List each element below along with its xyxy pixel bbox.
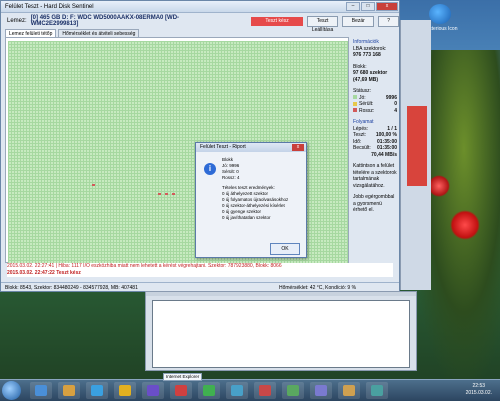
close-button[interactable]: x	[376, 2, 398, 11]
bad-value: 4	[394, 107, 397, 114]
app-icon	[429, 4, 451, 24]
taskbar-item[interactable]	[338, 382, 360, 399]
status-bar-block-info: Blokk: 8543, Szektor: 834480249 - 834577…	[5, 285, 138, 291]
taskbar-item[interactable]	[114, 382, 136, 399]
minimize-button[interactable]: –	[346, 2, 360, 11]
bad-block[interactable]	[92, 184, 95, 186]
app-icon	[315, 385, 327, 396]
estimate-label: Becsült:	[353, 145, 371, 151]
dialog-line: 0 új javíthatatlan szektor	[222, 215, 271, 220]
start-button[interactable]	[2, 381, 21, 400]
app-icon	[203, 385, 215, 396]
flower-image-2	[428, 175, 450, 197]
taskbar-item[interactable]	[58, 382, 80, 399]
taskbar-item[interactable]	[170, 382, 192, 399]
folder-icon	[35, 385, 47, 396]
app-icon	[259, 385, 271, 396]
bad-block[interactable]	[172, 193, 175, 195]
bad-block[interactable]	[165, 193, 168, 195]
system-clock[interactable]: 22:53 2015.03.02.	[466, 383, 492, 397]
ok-label: Jó:	[359, 94, 366, 101]
stop-test-button[interactable]: Teszt Leállítása	[306, 15, 339, 33]
background-window-strip	[400, 20, 431, 290]
browser-icon	[91, 385, 103, 396]
taskbar-item[interactable]	[254, 382, 276, 399]
app-icon	[343, 385, 355, 396]
dialog-body: i Blokk Jó: 9996 Sérült: 0 Rossz: 4 Téte…	[202, 157, 302, 241]
log-line: 2015.03.02. 22:47:22 Teszt kész	[7, 269, 81, 276]
drive-label: Lemez:	[7, 18, 27, 24]
maximize-button[interactable]: □	[361, 2, 375, 11]
report-dialog: Felület Teszt - Riport x i Blokk Jó: 999…	[195, 142, 307, 258]
info-icon: i	[204, 163, 216, 175]
flower-image	[450, 210, 480, 240]
taskbar-item[interactable]	[282, 382, 304, 399]
info-panel: Információk LBA szektorok: 976 773 168 B…	[353, 39, 397, 214]
hint-text-2: Jobb egérgombbal a gyorsmenü érhető el.	[353, 194, 395, 213]
drive-bar: Lemez: [0] 465 GB D: F: WDC WD5000AAKX-0…	[1, 13, 399, 33]
horizontal-scrollbar[interactable]	[146, 292, 416, 296]
damaged-label: Sérült:	[359, 101, 374, 107]
app-icon	[175, 385, 187, 396]
bad-label: Rossz:	[359, 107, 375, 114]
bad-swatch	[353, 108, 357, 113]
close-test-button[interactable]: Bezár	[342, 15, 375, 27]
clock-time: 22:53	[472, 383, 486, 389]
dialog-title: Felület Teszt - Riport	[196, 143, 306, 152]
app-icon	[287, 385, 299, 396]
ok-button[interactable]: OK	[270, 243, 300, 255]
taskbar-item[interactable]	[366, 382, 388, 399]
app-icon	[231, 385, 243, 396]
taskbar-item[interactable]	[30, 382, 52, 399]
window-title: Felület Teszt - Hard Disk Sentinel	[5, 3, 94, 10]
dialog-close-button[interactable]: x	[292, 144, 304, 151]
taskbar-item[interactable]	[86, 382, 108, 399]
estimate-value: 01:35:00	[376, 145, 397, 151]
taskbar-item[interactable]	[226, 382, 248, 399]
bad-block[interactable]	[158, 193, 161, 195]
drive-selector[interactable]: [0] 465 GB D: F: WDC WD5000AAKX-08ERMA0 …	[31, 15, 214, 27]
hint-text-1: Kattintson a felület tételére a szektoro…	[353, 163, 397, 189]
taskbar-item[interactable]	[310, 382, 332, 399]
damaged-swatch	[353, 101, 357, 106]
help-button[interactable]: ?	[378, 15, 399, 27]
background-red-block	[407, 106, 427, 186]
log-area[interactable]: 2015.03.02. 22:27:41 | Hiba: 1117 I/O es…	[7, 263, 393, 277]
taskbar: 22:53 2015.03.02.	[0, 379, 500, 401]
app-icon	[371, 385, 383, 396]
background-graph-window	[145, 291, 417, 371]
taskbar-item[interactable]	[142, 382, 164, 399]
graph-area	[152, 300, 410, 368]
taskbar-tooltip: Internet Explorer	[163, 373, 203, 381]
app-icon	[147, 385, 159, 396]
taskbar-item[interactable]	[198, 382, 220, 399]
dialog-text: Blokk Jó: 9996 Sérült: 0 Rossz: 4 Tétele…	[222, 157, 304, 221]
clock-date: 2015.03.02.	[465, 390, 492, 396]
explorer-icon	[119, 385, 131, 396]
ok-swatch	[353, 95, 357, 100]
media-icon	[63, 385, 75, 396]
title-bar[interactable]: Felület Teszt - Hard Disk Sentinel – □ x	[1, 1, 399, 13]
status-badge: Teszt kész	[251, 16, 303, 26]
